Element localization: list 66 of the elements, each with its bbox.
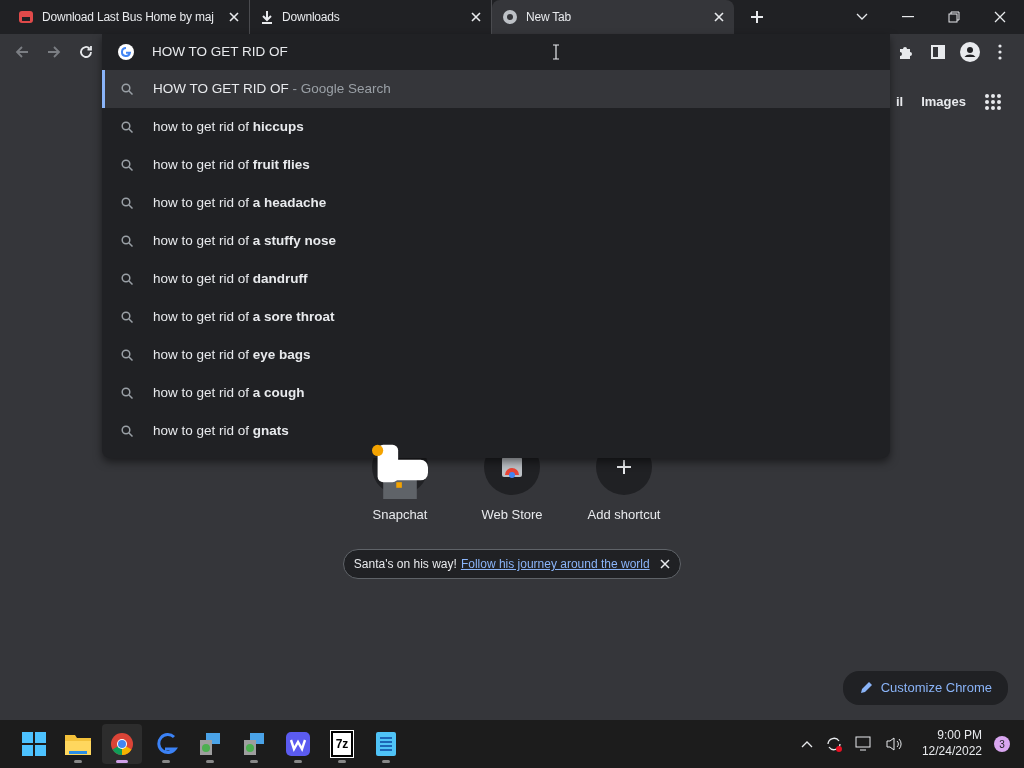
search-icon (121, 159, 133, 171)
shortcut-label[interactable]: Add shortcut (587, 504, 661, 524)
customize-chrome-button[interactable]: Customize Chrome (842, 671, 1008, 705)
clock[interactable]: 9:00 PM 12/24/2022 (921, 728, 982, 760)
swirl-icon (154, 733, 178, 755)
notepad-icon (376, 732, 396, 756)
search-icon (121, 349, 133, 361)
suggestion-item[interactable]: how to get rid of gnats (102, 412, 890, 450)
w-app-icon (286, 732, 310, 756)
promo-link[interactable]: Follow his journey around the world (460, 555, 650, 573)
shortcut-label[interactable]: Snapchat (372, 504, 428, 524)
close-icon[interactable] (229, 12, 239, 22)
installer-icon (198, 732, 222, 756)
close-icon[interactable] (994, 11, 1006, 23)
tab[interactable]: New Tab (492, 0, 734, 34)
search-icon (121, 235, 133, 247)
installer-icon (242, 732, 266, 756)
7zip-icon: 7z (330, 731, 354, 757)
store-icon (18, 9, 34, 25)
suggestion-item[interactable]: HOW TO GET RID OF - Google Search (102, 70, 890, 108)
suggestion-item[interactable]: how to get rid of hiccups (102, 108, 890, 146)
taskbar-app[interactable] (102, 724, 142, 764)
images-link[interactable]: Images (921, 92, 966, 112)
chevron-up-icon[interactable] (801, 740, 814, 748)
windows-start-icon (22, 732, 46, 756)
notification-badge[interactable]: 3 (994, 736, 1010, 752)
add-icon (617, 459, 631, 474)
chevron-down-icon[interactable] (856, 13, 868, 21)
search-icon (121, 121, 133, 133)
search-icon (121, 387, 133, 399)
network-icon[interactable] (855, 736, 874, 752)
address-text: HOW TO GET RID OF (152, 42, 288, 61)
download-icon (260, 10, 274, 24)
close-button[interactable] (660, 559, 671, 569)
close-icon[interactable] (714, 12, 724, 22)
folder-icon (65, 733, 91, 755)
suggestion-item[interactable]: how to get rid of eye bags (102, 336, 890, 374)
suggestion-item[interactable]: how to get rid of a cough (102, 374, 890, 412)
address-bar[interactable]: HOW TO GET RID OF (102, 34, 890, 70)
chrome-icon (502, 9, 518, 25)
search-icon (121, 273, 133, 285)
shortcut-label[interactable]: Web Store (481, 504, 543, 524)
apps-grid-icon[interactable] (984, 92, 1002, 111)
suggestion-item[interactable]: how to get rid of a sore throat (102, 298, 890, 336)
pencil-icon (858, 680, 873, 695)
promo-text: Santa's on his way! (353, 556, 457, 573)
search-icon (121, 425, 133, 437)
suggestion-item[interactable]: how to get rid of a headache (102, 184, 890, 222)
minimize-icon[interactable] (902, 16, 914, 18)
text-cursor-icon (552, 44, 560, 60)
restore-icon[interactable] (948, 11, 960, 23)
taskbar-app[interactable]: 7z (322, 724, 362, 764)
sync-icon[interactable] (825, 735, 844, 753)
suggestion-item[interactable]: how to get rid of fruit flies (102, 146, 890, 184)
suggestion-item[interactable]: how to get rid of dandruff (102, 260, 890, 298)
volume-icon[interactable] (885, 736, 904, 752)
google-icon (118, 44, 134, 60)
suggestion-item[interactable]: how to get rid of a stuffy nose (102, 222, 890, 260)
gmail-link[interactable]: il (895, 92, 904, 112)
chrome-icon (110, 732, 134, 756)
search-icon (121, 83, 133, 95)
search-icon (121, 311, 133, 323)
search-icon (121, 197, 133, 209)
duck-icon (372, 442, 428, 499)
close-icon[interactable] (471, 12, 481, 22)
new-tab-icon[interactable] (750, 10, 764, 24)
